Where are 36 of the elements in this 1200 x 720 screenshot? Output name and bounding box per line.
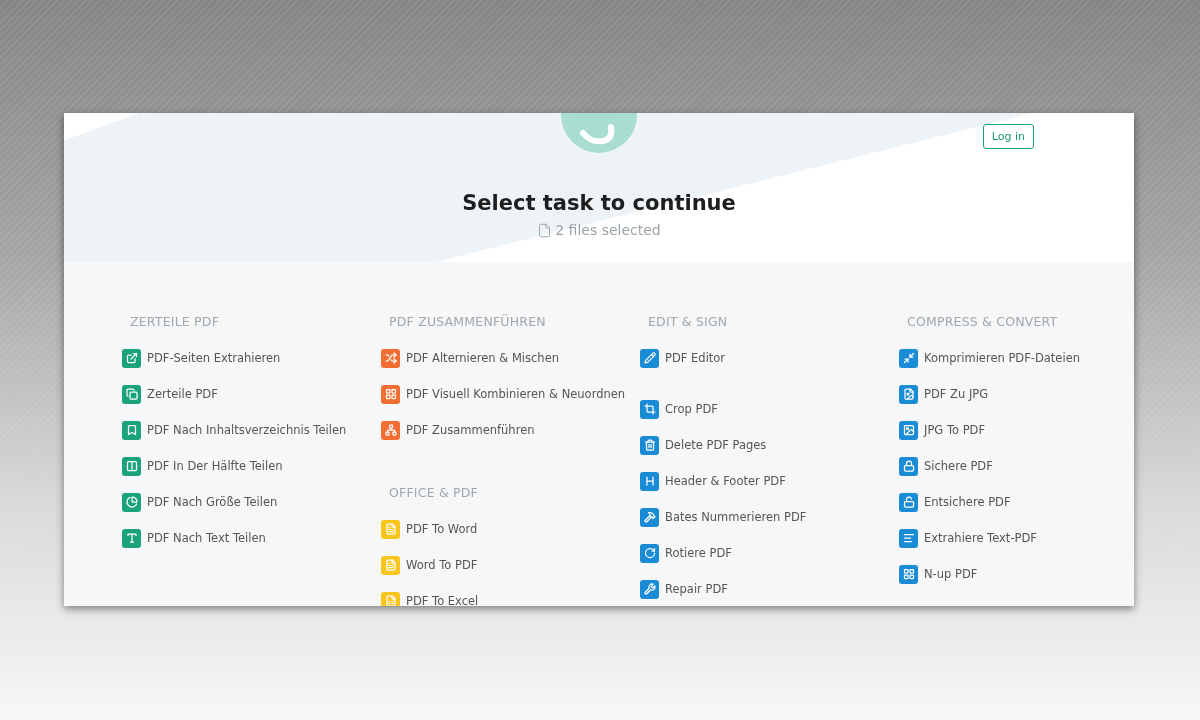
tool-link[interactable]: Extrahiere Text-PDF	[899, 520, 1037, 556]
tool-link[interactable]: Delete PDF Pages	[640, 427, 767, 463]
page-title: Select task to continue	[462, 191, 736, 215]
section-heading: PDF ZUSAMMENFÜHREN	[389, 314, 547, 331]
tool-link[interactable]: Word To PDF	[381, 547, 478, 583]
tool-link[interactable]: PDF-Seiten Extrahieren	[122, 340, 281, 376]
tool-link[interactable]: N-up PDF	[899, 556, 978, 592]
tool-link[interactable]: PDF Editor	[640, 340, 726, 376]
section-heading: COMPRESS & CONVERT	[907, 314, 1059, 331]
file-icon	[537, 222, 553, 238]
tool-link[interactable]: PDF In Der Hälfte Teilen	[122, 448, 283, 484]
tool-link[interactable]: PDF Zu JPG	[899, 376, 989, 412]
tool-link[interactable]: PDF Nach Größe Teilen	[122, 484, 278, 520]
tool-link[interactable]: PDF To Word	[381, 511, 478, 547]
tool-link[interactable]: PDF Nach Text Teilen	[122, 520, 266, 556]
section-heading: ZERTEILE PDF	[130, 314, 221, 331]
login-button[interactable]: Log in	[982, 124, 1034, 149]
tool-link[interactable]: Header & Footer PDF	[640, 463, 786, 499]
tool-link[interactable]: PDF Nach Inhaltsverzeichnis Teilen	[122, 412, 347, 448]
tool-link[interactable]: Repair PDF	[640, 571, 728, 606]
tool-link[interactable]: Zerteile PDF	[122, 376, 218, 412]
tool-link[interactable]: Bates Nummerieren PDF	[640, 499, 807, 535]
files-selected-text: 2 files selected	[555, 222, 661, 238]
tool-link[interactable]: PDF Visuell Kombinieren & Neuordnen	[381, 376, 626, 412]
tool-link[interactable]: Crop PDF	[640, 391, 718, 427]
tool-link[interactable]: Rotiere PDF	[640, 535, 732, 571]
section-heading: OFFICE & PDF	[389, 485, 479, 502]
tool-link[interactable]: JPG To PDF	[899, 412, 986, 448]
tool-link[interactable]: Sichere PDF	[899, 448, 993, 484]
tool-link[interactable]: PDF Zusammenführen	[381, 412, 535, 448]
tool-link[interactable]: PDF To Excel	[381, 583, 479, 606]
tool-link[interactable]: Komprimieren PDF-Dateien	[899, 340, 1080, 376]
tool-link[interactable]: Entsichere PDF	[899, 484, 1011, 520]
logo-icon	[561, 113, 637, 153]
section-heading: EDIT & SIGN	[648, 314, 729, 331]
tool-link[interactable]: PDF Alternieren & Mischen	[381, 340, 559, 376]
